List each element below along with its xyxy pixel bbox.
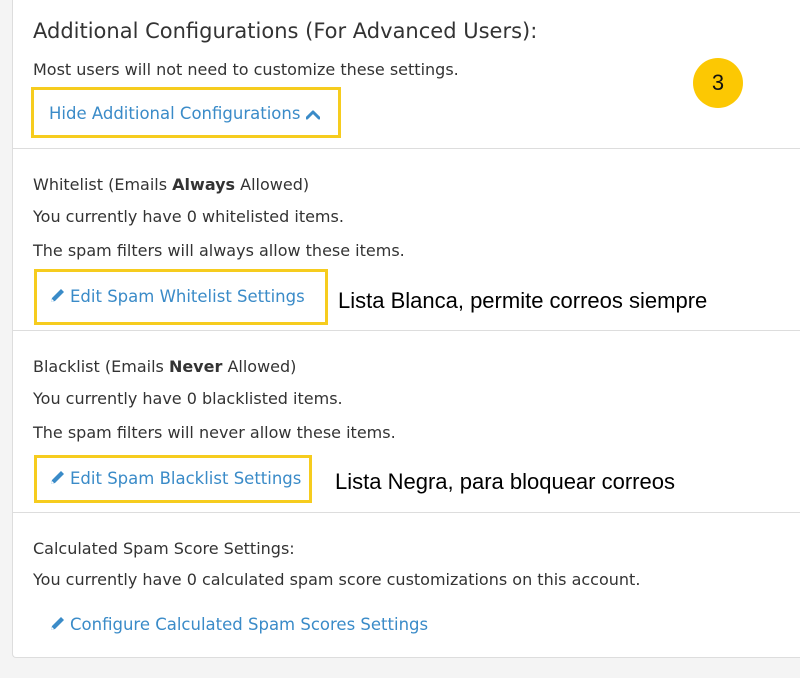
chevron-up-icon (305, 105, 321, 124)
blacklist-heading: Blacklist (Emails Never Allowed) (33, 357, 296, 376)
whitelist-count: You currently have 0 whitelisted items. (33, 207, 344, 226)
header-section: Additional Configurations (For Advanced … (13, 0, 800, 149)
whitelist-heading-pre: Whitelist (Emails (33, 175, 173, 194)
blacklist-heading-bold: Never (168, 357, 223, 376)
whitelist-heading-post: Allowed) (235, 175, 310, 194)
whitelist-heading-bold: Always (172, 175, 236, 194)
blacklist-heading-pre: Blacklist (Emails (33, 357, 169, 376)
whitelist-section: Whitelist (Emails Always Allowed) You cu… (13, 149, 800, 331)
section-subtitle: Most users will not need to customize th… (33, 60, 459, 79)
spam-score-heading: Calculated Spam Score Settings: (33, 539, 295, 558)
edit-whitelist-link[interactable]: Edit Spam Whitelist Settings (49, 287, 305, 308)
blacklist-count: You currently have 0 blacklisted items. (33, 389, 343, 408)
hide-link-label: Hide Additional Configurations (49, 104, 301, 123)
edit-whitelist-label: Edit Spam Whitelist Settings (70, 287, 305, 306)
edit-blacklist-label: Edit Spam Blacklist Settings (70, 469, 302, 488)
blacklist-heading-post: Allowed) (222, 357, 297, 376)
whitelist-annotation: Lista Blanca, permite correos siempre (338, 288, 708, 313)
hide-additional-config-link[interactable]: Hide Additional Configurations (49, 104, 324, 124)
whitelist-desc: The spam filters will always allow these… (33, 241, 405, 260)
whitelist-heading: Whitelist (Emails Always Allowed) (33, 175, 309, 194)
pencil-icon (49, 469, 66, 490)
blacklist-annotation: Lista Negra, para bloquear correos (335, 469, 675, 494)
blacklist-desc: The spam filters will never allow these … (33, 423, 396, 442)
pencil-icon (49, 615, 66, 636)
additional-config-panel: Additional Configurations (For Advanced … (12, 0, 800, 658)
configure-spam-scores-label: Configure Calculated Spam Scores Setting… (70, 615, 429, 634)
spam-score-count: You currently have 0 calculated spam sco… (33, 570, 641, 589)
edit-blacklist-link[interactable]: Edit Spam Blacklist Settings (49, 469, 301, 490)
pencil-icon (49, 287, 66, 308)
section-title: Additional Configurations (For Advanced … (33, 19, 538, 43)
configure-spam-scores-link[interactable]: Configure Calculated Spam Scores Setting… (49, 615, 428, 636)
blacklist-section: Blacklist (Emails Never Allowed) You cur… (13, 331, 800, 513)
spam-score-section: Calculated Spam Score Settings: You curr… (13, 513, 800, 658)
step-number-badge: 3 (693, 58, 743, 108)
